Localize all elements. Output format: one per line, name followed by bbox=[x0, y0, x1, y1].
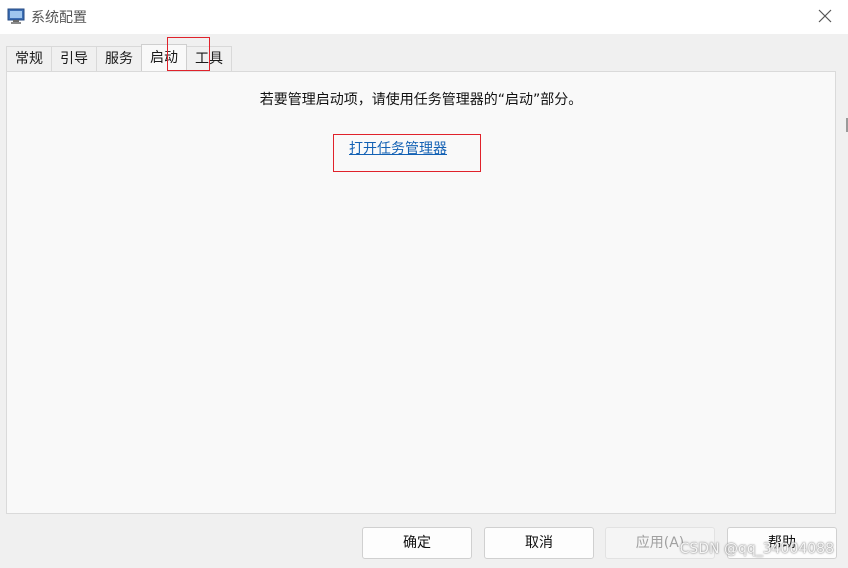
close-button[interactable] bbox=[802, 0, 848, 32]
watermark: CSDN @qq_34004088 bbox=[679, 541, 834, 557]
startup-instruction: 若要管理启动项，请使用任务管理器的“启动”部分。 bbox=[259, 92, 583, 108]
open-task-manager-link[interactable]: 打开任务管理器 bbox=[349, 138, 447, 158]
tab-services[interactable]: 服务 bbox=[96, 46, 142, 71]
close-icon bbox=[818, 9, 832, 23]
system-config-icon bbox=[7, 8, 25, 24]
ok-button[interactable]: 确定 bbox=[362, 527, 472, 559]
window-title: 系统配置 bbox=[31, 10, 87, 26]
tab-general[interactable]: 常规 bbox=[6, 46, 52, 71]
cancel-button[interactable]: 取消 bbox=[484, 527, 594, 559]
tab-boot[interactable]: 引导 bbox=[51, 46, 97, 71]
startup-panel: 若要管理启动项，请使用任务管理器的“启动”部分。 打开任务管理器 bbox=[6, 71, 836, 514]
startup-tab-highlight-box bbox=[167, 37, 210, 71]
title-bar: 系统配置 bbox=[0, 0, 848, 34]
